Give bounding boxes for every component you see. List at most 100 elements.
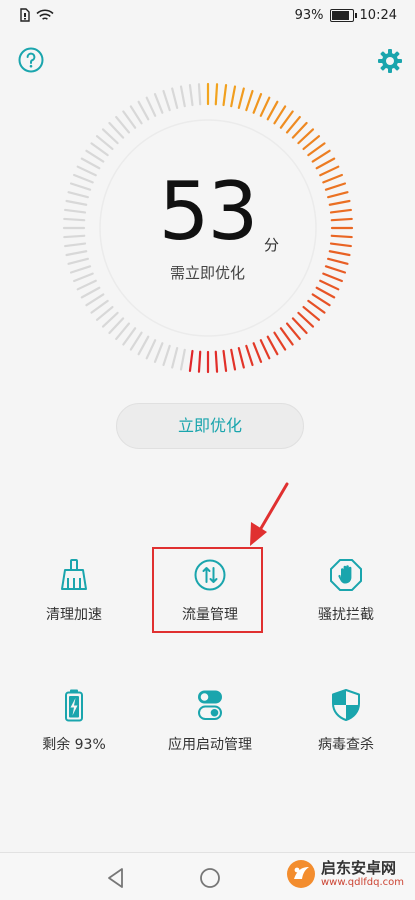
dial-tick-active bbox=[188, 349, 194, 372]
score-value: 53 bbox=[158, 165, 259, 258]
tool-label: 流量管理 bbox=[182, 607, 238, 623]
dial-tick-active bbox=[302, 135, 321, 151]
dial-tick-active bbox=[222, 349, 228, 372]
tool-data-management[interactable]: 流量管理 bbox=[141, 558, 279, 624]
dial-tick bbox=[95, 305, 114, 321]
dial-tick-active bbox=[252, 342, 263, 363]
tool-harassment-block[interactable]: 骚扰拦截 bbox=[277, 558, 415, 624]
dial-tick bbox=[122, 327, 137, 346]
dial-tick bbox=[129, 105, 143, 125]
back-icon[interactable] bbox=[106, 867, 126, 889]
score-unit: 分 bbox=[264, 236, 280, 254]
dial-tick-active bbox=[307, 299, 326, 314]
dial-tick bbox=[95, 135, 114, 151]
status-bar: 93% 10:24 bbox=[0, 0, 415, 34]
dial-tick-active bbox=[273, 331, 287, 351]
dial-tick-active bbox=[266, 100, 279, 121]
dial-tick-active bbox=[311, 293, 331, 307]
dial-tick-active bbox=[259, 96, 271, 117]
wifi-icon bbox=[36, 9, 54, 20]
dial-tick-active bbox=[291, 317, 308, 335]
dial-tick bbox=[115, 322, 131, 341]
dial-tick-active bbox=[252, 93, 263, 114]
gear-icon[interactable] bbox=[376, 47, 404, 75]
dial-tick bbox=[101, 311, 119, 328]
dial-tick bbox=[80, 286, 101, 299]
dial-tick-active bbox=[245, 89, 254, 112]
dial-tick bbox=[197, 83, 202, 106]
dial-tick-active bbox=[266, 335, 279, 356]
dial-tick bbox=[85, 293, 105, 307]
site-watermark: 启东安卓网 www.qdlfdq.com bbox=[286, 859, 404, 889]
annotation-arrow-icon bbox=[250, 482, 289, 546]
dial-tick-active bbox=[245, 344, 254, 367]
status-battery-icon bbox=[329, 9, 357, 22]
dial-tick bbox=[137, 100, 150, 121]
dial-tick bbox=[171, 347, 179, 369]
dial-tick bbox=[162, 344, 171, 367]
clock: 10:24 bbox=[359, 8, 397, 23]
status-icons-left bbox=[20, 8, 54, 22]
dial-tick bbox=[145, 96, 157, 117]
watermark-name: 启东安卓网 bbox=[321, 859, 397, 878]
dial-tick-active bbox=[315, 286, 336, 299]
dial-tick bbox=[179, 348, 186, 371]
dial-tick bbox=[115, 115, 131, 134]
dial-tick-active bbox=[197, 350, 202, 373]
dial-tick-active bbox=[302, 305, 321, 321]
watermark-url: www.qdlfdq.com bbox=[321, 876, 405, 888]
dial-tick-active bbox=[222, 84, 228, 107]
dial-tick-active bbox=[279, 327, 294, 346]
tool-app-launch-management[interactable]: 应用启动管理 bbox=[141, 688, 279, 754]
battery-percent: 93% bbox=[294, 8, 324, 23]
toggle-switches-icon bbox=[198, 690, 222, 720]
dial-tick-active bbox=[237, 347, 245, 369]
dial-tick bbox=[153, 342, 164, 363]
dial-tick bbox=[145, 339, 157, 360]
dial-tick bbox=[108, 317, 125, 335]
dial-tick-active bbox=[307, 142, 326, 157]
dial-tick-active bbox=[230, 85, 237, 108]
battery-icon bbox=[65, 689, 83, 722]
dial-tick-active bbox=[291, 121, 308, 139]
sim-card-icon bbox=[20, 8, 30, 22]
dial-tick-active bbox=[285, 322, 301, 341]
dial-tick-active bbox=[297, 128, 315, 145]
dial-tick bbox=[162, 89, 171, 112]
dial-tick bbox=[90, 142, 109, 157]
tool-battery[interactable]: 剩余 93% bbox=[5, 688, 143, 754]
dial-tick bbox=[188, 84, 194, 107]
dial-tick bbox=[129, 331, 143, 351]
dial-tick-active bbox=[297, 311, 315, 328]
tool-cleanup[interactable]: 清理加速 bbox=[5, 558, 143, 624]
dial-tick-active bbox=[273, 105, 287, 125]
score-status: 需立即优化 bbox=[169, 264, 245, 282]
home-icon[interactable] bbox=[199, 867, 221, 889]
tool-label: 病毒查杀 bbox=[318, 737, 374, 753]
tool-label: 清理加速 bbox=[46, 607, 102, 623]
dial-tick bbox=[137, 335, 150, 356]
dial-tick-active bbox=[237, 87, 245, 109]
dial-tick bbox=[122, 110, 137, 129]
dial-tick bbox=[80, 157, 101, 170]
dial-tick-active bbox=[311, 149, 331, 163]
dial-tick bbox=[153, 93, 164, 114]
dial-tick bbox=[101, 128, 119, 145]
dial-tick-active bbox=[259, 339, 271, 360]
stop-hand-icon bbox=[330, 559, 362, 591]
site-logo-icon bbox=[287, 860, 315, 888]
dial-tick bbox=[108, 121, 125, 139]
dial-tick-active bbox=[315, 157, 336, 170]
optimize-button[interactable]: 立即优化 bbox=[116, 403, 304, 449]
data-transfer-icon bbox=[194, 559, 226, 591]
dial-tick bbox=[85, 149, 105, 163]
tool-virus-scan[interactable]: 病毒查杀 bbox=[277, 688, 415, 754]
dial-tick-active bbox=[279, 110, 294, 129]
tool-label: 应用启动管理 bbox=[168, 737, 252, 753]
dial-tick bbox=[171, 87, 179, 109]
help-icon[interactable] bbox=[18, 47, 44, 73]
shield-icon bbox=[332, 689, 360, 721]
status-icons-right: 93% 10:24 bbox=[295, 8, 397, 23]
dial-tick bbox=[90, 299, 109, 314]
dial-tick-active bbox=[285, 115, 301, 134]
